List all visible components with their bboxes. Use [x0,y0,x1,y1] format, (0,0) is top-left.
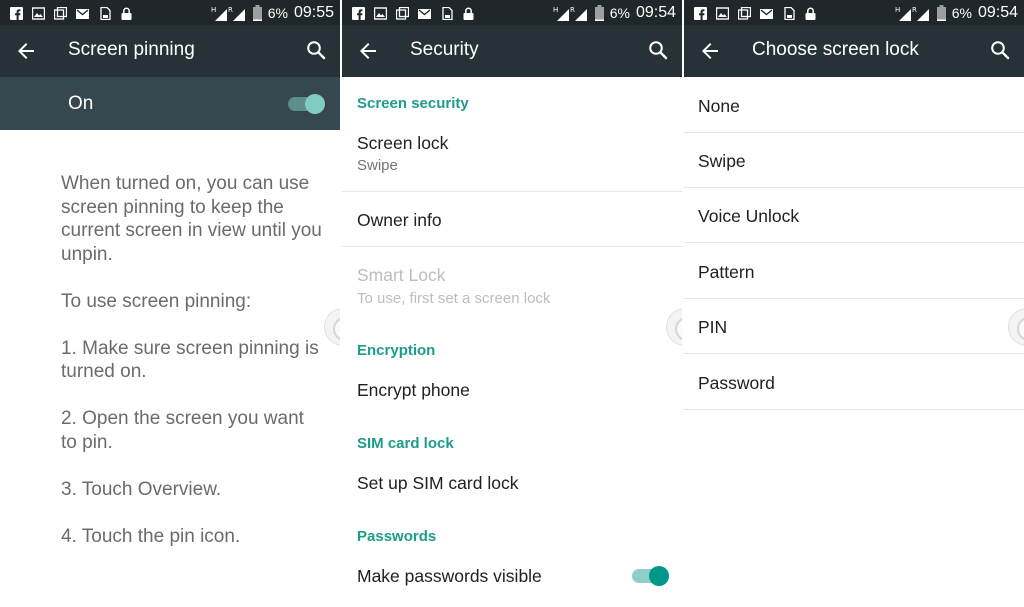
arrow-back-icon[interactable] [700,41,720,61]
toolbar: Screen pinning [0,25,340,77]
pref-title: Smart Lock [357,265,446,285]
switch-label: On [68,93,94,114]
status-bar: HR 6% 09:55 [0,0,340,25]
divider [684,298,1024,299]
svg-text:H: H [895,6,900,14]
gallery-icon [396,6,409,20]
gmail-icon [418,8,431,19]
divider [684,409,1024,410]
image-icon [32,6,45,20]
pref-title: Make passwords visible [357,566,542,586]
option-label: Voice Unlock [698,206,800,226]
search-icon[interactable] [648,40,668,60]
divider [684,242,1024,243]
lock-icon [805,7,816,20]
signal-icon: HR [895,6,929,21]
facebook-icon [10,6,23,20]
edge-handle[interactable] [666,308,682,346]
sd-card-icon [100,6,111,20]
svg-text:R: R [570,6,575,14]
svg-text:H: H [553,6,558,14]
choose-screen-lock-screen: HR 6% 09:54 Choose screen lock None Swip… [684,0,1024,607]
signal-icon: HR [211,6,245,21]
section-header-sim-card-lock: SIM card lock [357,435,454,452]
pref-title: Encrypt phone [357,380,470,400]
option-label: Swipe [698,151,746,171]
screen-pinning-screen: HR 6% 09:55 Screen pinning On When turne… [0,0,340,607]
battery-percent: 6% [609,4,630,21]
pref-summary: Swipe [357,157,398,174]
arrow-back-icon[interactable] [16,41,36,61]
lock-icon [121,7,132,20]
edge-handle[interactable] [324,308,340,346]
edge-handle[interactable] [1008,308,1024,346]
status-bar: HR 6% 09:54 [342,0,682,25]
passwords-visible-toggle[interactable] [632,566,669,586]
toggle-knob [649,566,669,586]
pref-title: Screen lock [357,133,449,153]
facebook-icon [694,6,707,20]
toggle-knob [305,94,325,114]
option-label: Password [698,373,775,393]
signal-icon: HR [553,6,587,21]
lock-icon [463,7,474,20]
gmail-icon [760,8,773,19]
sd-card-icon [442,6,453,20]
search-icon[interactable] [306,40,326,60]
sd-card-icon [784,6,795,20]
pref-title: Set up SIM card lock [357,473,519,493]
description-paragraph: 1. Make sure screen pinning is turned on… [61,337,319,383]
toolbar: Choose screen lock [684,25,1024,77]
svg-text:R: R [228,6,233,14]
section-header-screen-security: Screen security [357,95,469,112]
option-label: Pattern [698,262,755,282]
svg-text:R: R [912,6,917,14]
security-screen: HR 6% 09:54 Security Screen security Scr… [342,0,682,607]
master-switch-bar[interactable]: On [0,77,340,130]
status-bar: HR 6% 09:54 [684,0,1024,25]
battery-icon [252,4,262,21]
description-paragraph: 4. Touch the pin icon. [61,525,241,547]
image-icon [374,6,387,20]
toolbar: Security [342,25,682,77]
pref-summary: To use, first set a screen lock [357,290,551,307]
section-header-passwords: Passwords [357,528,437,545]
gallery-icon [54,6,67,20]
gmail-icon [76,8,89,19]
image-icon [716,6,729,20]
divider [684,187,1024,188]
page-title: Choose screen lock [752,39,919,60]
divider [684,132,1024,133]
description-paragraph: 3. Touch Overview. [61,478,222,500]
clock: 09:54 [977,3,1018,21]
description-paragraph: 2. Open the screen you want to pin. [61,408,304,453]
description-paragraph: To use screen pinning: [61,290,252,312]
gallery-icon [738,6,751,20]
battery-icon [594,4,604,21]
search-icon[interactable] [990,40,1010,60]
facebook-icon [352,6,365,20]
svg-text:H: H [211,6,216,14]
screen-pinning-description: When turned on, you can use screen pinni… [61,172,323,572]
battery-percent: 6% [951,4,972,21]
screen-pinning-toggle[interactable] [288,94,325,114]
option-label: None [698,96,740,116]
arrow-back-icon[interactable] [358,41,378,61]
description-paragraph: When turned on, you can use screen pinni… [61,173,322,265]
section-header-encryption: Encryption [357,342,436,359]
page-title: Screen pinning [68,39,195,60]
option-label: PIN [698,317,728,337]
clock: 09:55 [293,3,334,21]
divider [342,246,682,247]
pref-title: Owner info [357,210,442,230]
battery-icon [936,4,946,21]
page-title: Security [410,39,479,60]
divider [684,353,1024,354]
divider [342,191,682,192]
clock: 09:54 [635,3,676,21]
battery-percent: 6% [267,4,288,21]
